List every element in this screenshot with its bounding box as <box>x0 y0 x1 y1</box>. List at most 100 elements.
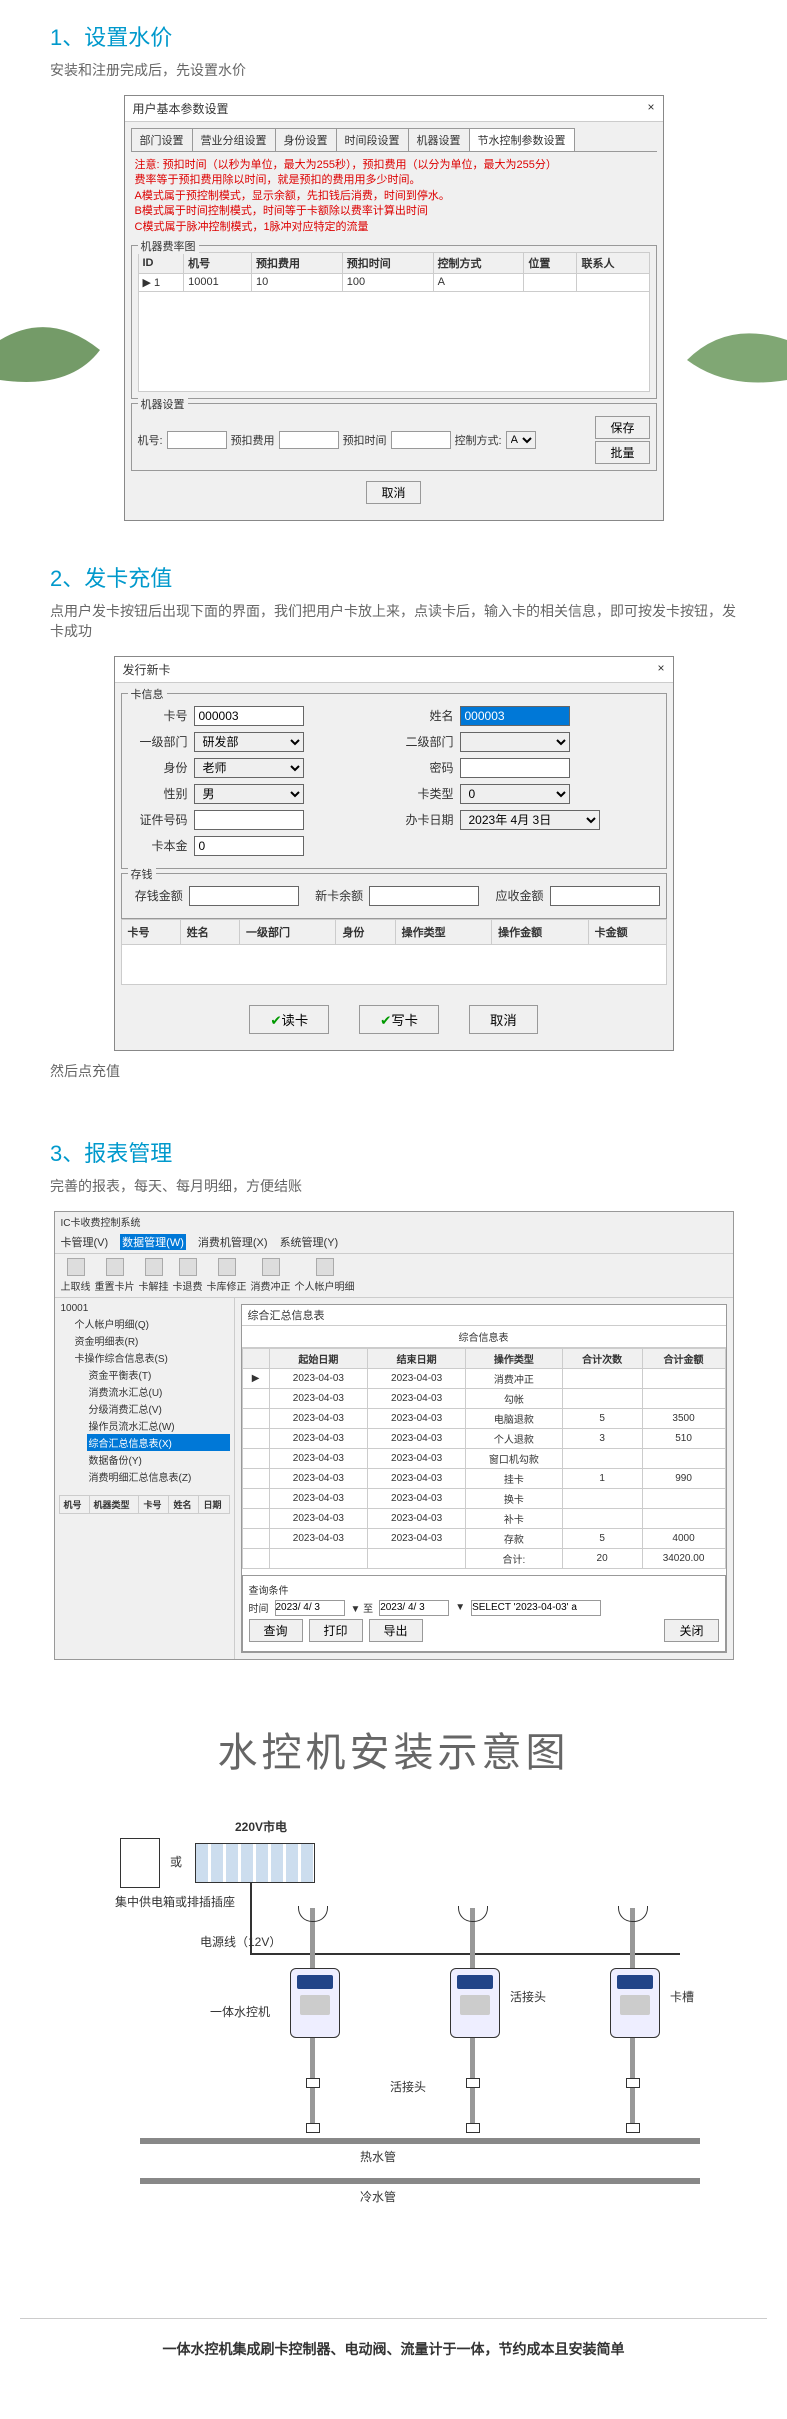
tab-machine[interactable]: 机器设置 <box>408 128 470 151</box>
cardno-input[interactable] <box>194 706 304 726</box>
cancel-button[interactable]: 取消 <box>469 1005 538 1034</box>
dept2-select[interactable] <box>460 732 570 752</box>
close-icon[interactable]: × <box>647 100 654 117</box>
sec1-sub: 安装和注册完成后，先设置水价 <box>50 60 737 80</box>
diagram-title: 水控机安装示意图 <box>20 1720 767 1778</box>
tab-role[interactable]: 身份设置 <box>275 128 337 151</box>
close-button[interactable]: 关闭 <box>664 1619 718 1642</box>
joint-label: 活接头 <box>510 1988 546 2005</box>
pbox-label: 集中供电箱或排插插座 <box>115 1893 235 1910</box>
tree-root[interactable]: 10001 <box>59 1302 230 1315</box>
print-button[interactable]: 打印 <box>309 1619 363 1642</box>
tool-6[interactable]: 个人帐户明细 <box>295 1258 355 1293</box>
tool-4[interactable]: 卡库修正 <box>207 1258 247 1293</box>
table-row[interactable]: ▶ 1 1000110 100A <box>138 273 649 291</box>
tab-time[interactable]: 时间段设置 <box>336 128 409 151</box>
cancel-button[interactable]: 取消 <box>366 481 420 504</box>
cold-label: 冷水管 <box>360 2188 396 2205</box>
or-label: 或 <box>170 1853 182 1870</box>
grp-rate-label: 机器费率图 <box>138 238 199 254</box>
app-title: IC卡收费控制系统 <box>55 1212 733 1231</box>
pline-label: 电源线（12V） <box>200 1933 281 1950</box>
pwd-input[interactable] <box>460 758 570 778</box>
read-card-button[interactable]: ✔读卡 <box>249 1005 329 1034</box>
power-label: 220V市电 <box>235 1818 287 1835</box>
report-table: 起始日期结束日期操作类型合计次数合计金额 ▶2023-04-032023-04-… <box>242 1348 726 1569</box>
machine-no-input[interactable] <box>167 431 227 449</box>
base-input[interactable] <box>194 836 304 856</box>
close-icon[interactable]: × <box>657 661 664 678</box>
joint-icon <box>306 2078 320 2088</box>
grp-cardinfo: 卡信息 <box>128 686 167 702</box>
tool-0[interactable]: 上取线 <box>61 1258 91 1293</box>
install-diagram: 220V市电 或 集中供电箱或排插插座 电源线（12V） 一体水控机 活接头 活… <box>20 1818 767 2298</box>
mode-select[interactable]: A <box>506 431 536 449</box>
sec3-sub: 完善的报表，每天、每月明细，方便结账 <box>50 1176 737 1196</box>
date-select[interactable]: 2023年 4月 3日 <box>460 810 600 830</box>
warning-text: 注意: 预扣时间（以秒为单位，最大为255秒），预扣费用（以分为单位，最大为25… <box>131 152 657 241</box>
ctype-select[interactable]: 0 <box>460 784 570 804</box>
diagram-caption: 一体水控机集成刷卡控制器、电动阀、流量计于一体，节约成本且安装简单 <box>20 2318 767 2379</box>
dlg2-title: 发行新卡 <box>123 661 171 678</box>
joint-label2: 活接头 <box>390 2078 426 2095</box>
date-from-input[interactable] <box>275 1600 345 1616</box>
tree-item-selected[interactable]: 综合汇总信息表(X) <box>87 1434 230 1451</box>
shower-head <box>458 1906 488 1922</box>
dlg1-tabs: 部门设置 营业分组设置 身份设置 时间段设置 机器设置 节水控制参数设置 <box>131 128 657 152</box>
tool-3[interactable]: 卡退费 <box>173 1258 203 1293</box>
shower-head <box>618 1906 648 1922</box>
hot-label: 热水管 <box>360 2148 396 2165</box>
dialog-water-price: 用户基本参数设置 × 部门设置 营业分组设置 身份设置 时间段设置 机器设置 节… <box>124 95 664 521</box>
grp-deposit: 存钱 <box>128 866 156 882</box>
water-controller <box>290 1968 340 2038</box>
rpt-win-title: 综合汇总信息表 <box>242 1305 726 1326</box>
tab-water[interactable]: 节水控制参数设置 <box>469 128 575 151</box>
export-button[interactable]: 导出 <box>369 1619 423 1642</box>
tree-item[interactable]: 资金明细表(R) <box>73 1332 230 1349</box>
tree-item[interactable]: 个人帐户明细(Q) <box>73 1315 230 1332</box>
save-button[interactable]: 保存 <box>595 416 649 439</box>
balance-input[interactable] <box>369 886 479 906</box>
sex-select[interactable]: 男 <box>194 784 304 804</box>
rate-table: ID 机号 预扣费用 预扣时间 控制方式 位置 联系人 ▶ 1 1000110 … <box>138 252 650 292</box>
sec3-title: 3、报表管理 <box>50 1136 737 1168</box>
tab-dept[interactable]: 部门设置 <box>131 128 193 151</box>
tab-group[interactable]: 营业分组设置 <box>192 128 276 151</box>
due-input[interactable] <box>550 886 660 906</box>
batch-button[interactable]: 批量 <box>595 441 649 464</box>
menu-machine[interactable]: 消费机管理(X) <box>198 1234 268 1250</box>
tool-5[interactable]: 消费冲正 <box>251 1258 291 1293</box>
role-select[interactable]: 老师 <box>194 758 304 778</box>
idno-input[interactable] <box>194 810 304 830</box>
tree-item[interactable]: 卡操作综合信息表(S) <box>73 1349 230 1366</box>
card-table: 卡号姓名一级部门 身份操作类型操作金额卡金额 <box>121 919 667 945</box>
dev-label: 一体水控机 <box>210 2003 270 2020</box>
dept1-select[interactable]: 研发部 <box>194 732 304 752</box>
joint-icon <box>466 2078 480 2088</box>
sec2-note: 然后点充值 <box>50 1061 737 1081</box>
tool-1[interactable]: 重置卡片 <box>95 1258 135 1293</box>
menu-system[interactable]: 系统管理(Y) <box>280 1234 339 1250</box>
time-input[interactable] <box>391 431 451 449</box>
shower-head <box>298 1906 328 1922</box>
menu-card[interactable]: 卡管理(V) <box>61 1234 109 1250</box>
fee-input[interactable] <box>279 431 339 449</box>
dlg1-title: 用户基本参数设置 <box>133 100 229 117</box>
write-card-button[interactable]: ✔写卡 <box>359 1005 439 1034</box>
date-to-input[interactable] <box>379 1600 449 1616</box>
power-box <box>120 1838 160 1888</box>
water-controller <box>450 1968 500 2038</box>
sec1-title: 1、设置水价 <box>50 20 737 52</box>
sql-input[interactable] <box>471 1600 601 1616</box>
menu-data[interactable]: 数据管理(W) <box>120 1234 186 1250</box>
name-input[interactable] <box>460 706 570 726</box>
joint-icon <box>466 2123 480 2133</box>
slot-label: 卡槽 <box>670 1988 694 2005</box>
cold-pipe <box>140 2178 700 2184</box>
sec2-sub: 点用户发卡按钮后出现下面的界面，我们把用户卡放上来，点读卡后，输入卡的相关信息，… <box>50 601 737 641</box>
query-button[interactable]: 查询 <box>249 1619 303 1642</box>
dialog-new-card: 发行新卡 × 卡信息 卡号 一级部门研发部 身份老师 性别男 证件号码 卡本金 … <box>114 656 674 1051</box>
deposit-input[interactable] <box>189 886 299 906</box>
joint-icon <box>626 2123 640 2133</box>
tool-2[interactable]: 卡解挂 <box>139 1258 169 1293</box>
